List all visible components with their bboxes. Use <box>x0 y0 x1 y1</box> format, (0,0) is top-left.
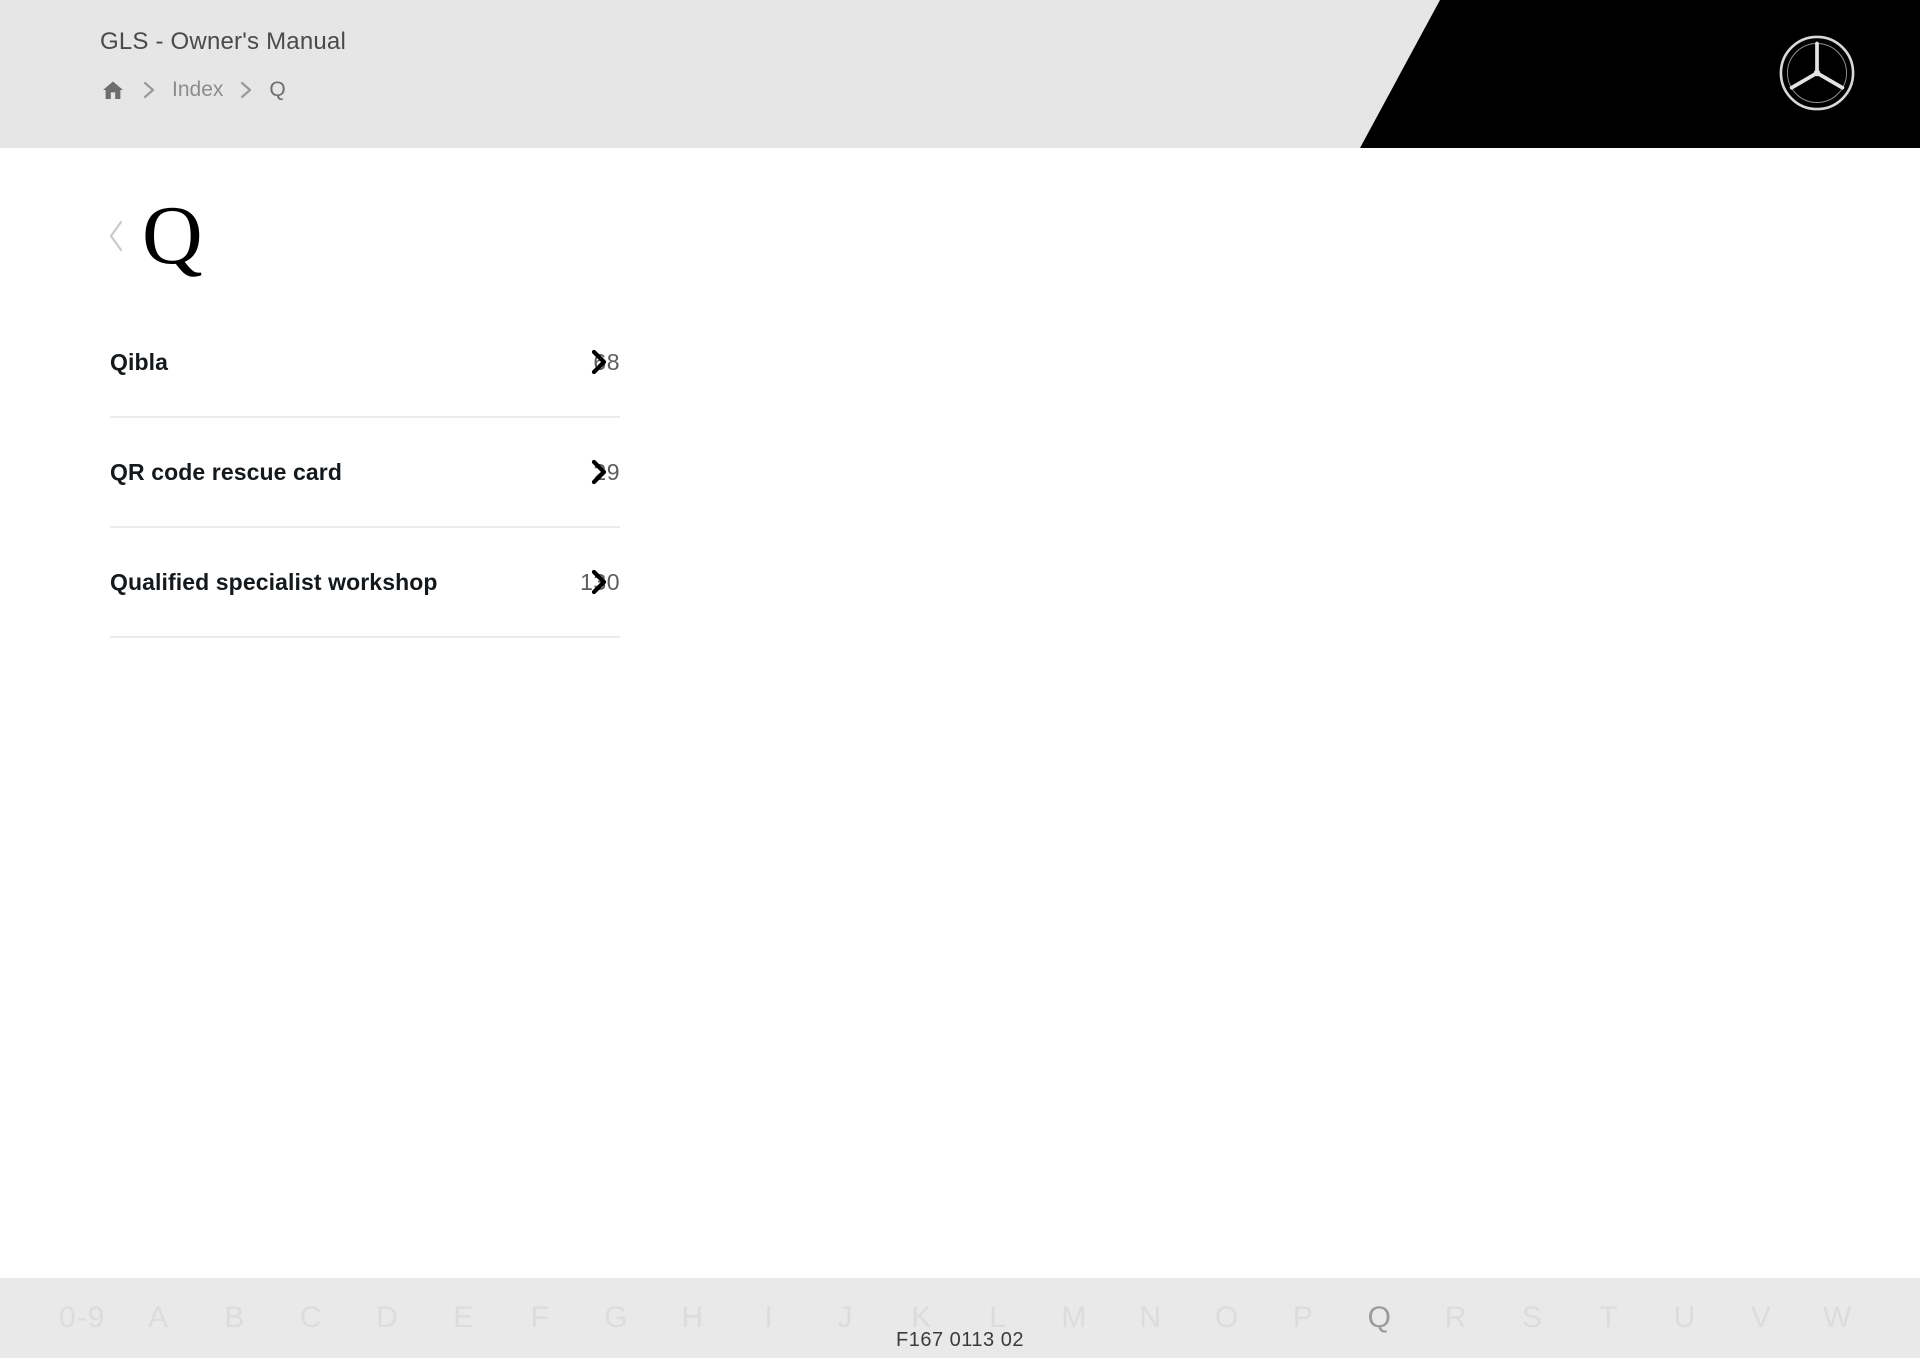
entry-label: Qibla <box>110 348 169 375</box>
entry-page-number: 68 <box>593 348 620 375</box>
entry-page-group: 130 <box>574 562 620 602</box>
index-entry-list: Qibla 68 QR code rescue card 29 Qualifie… <box>110 308 620 638</box>
breadcrumb-separator-1 <box>126 80 172 100</box>
page-title: Q <box>142 189 203 282</box>
manual-title: GLS - Owner's Manual <box>100 28 347 55</box>
breadcrumb-item-current: Q <box>269 78 286 101</box>
page-footer: 0-9 A B C D E F G H I J K L M N O P Q R … <box>0 1278 1920 1358</box>
chevron-left-icon[interactable] <box>100 212 134 260</box>
entry-page-group: 29 <box>574 452 620 492</box>
mercedes-benz-star-icon <box>1779 35 1855 111</box>
home-icon[interactable] <box>100 78 126 102</box>
entry-page-group: 68 <box>574 342 620 382</box>
brand-panel <box>1360 0 1920 148</box>
entry-page-number: 29 <box>593 458 620 485</box>
breadcrumb: Index Q <box>100 76 286 104</box>
main-content: Q Qibla 68 QR code rescue card 29 Qualif… <box>0 148 1920 1278</box>
breadcrumb-separator-2 <box>223 80 269 100</box>
list-item[interactable]: QR code rescue card 29 <box>110 418 620 528</box>
list-item[interactable]: Qibla 68 <box>110 308 620 418</box>
entry-page-number: 130 <box>580 568 620 595</box>
entry-label: Qualified specialist workshop <box>110 568 438 595</box>
letter-heading: Q <box>100 188 203 284</box>
breadcrumb-item-index[interactable]: Index <box>172 78 223 102</box>
list-item[interactable]: Qualified specialist workshop 130 <box>110 528 620 638</box>
page-header: GLS - Owner's Manual Index Q <box>0 0 1920 148</box>
entry-label: QR code rescue card <box>110 458 343 485</box>
document-code: F167 0113 02 <box>896 1329 1024 1351</box>
